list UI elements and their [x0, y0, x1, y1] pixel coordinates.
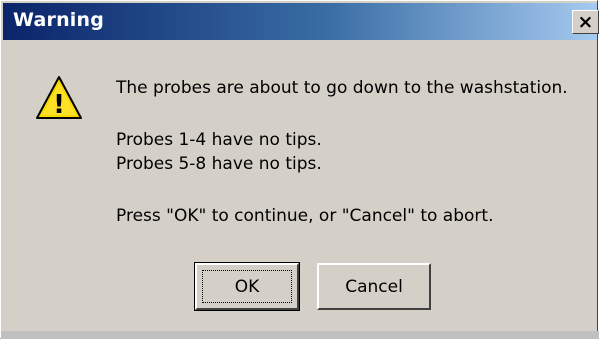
close-icon: × [577, 10, 594, 33]
ok-button[interactable]: OK [194, 262, 300, 311]
message-line-1: The probes are about to go down to the w… [116, 78, 568, 98]
window-title: Warning [13, 9, 105, 31]
focus-rectangle [202, 270, 292, 303]
warning-dialog: Warning × ! The probes are about to go d… [0, 0, 599, 339]
bottom-border [1, 331, 599, 339]
cancel-button[interactable]: Cancel [317, 263, 431, 310]
close-button[interactable]: × [572, 10, 599, 34]
warning-icon: ! [36, 76, 82, 120]
message-line-3: Probes 5-8 have no tips. [116, 154, 322, 174]
message-line-2: Probes 1-4 have no tips. [116, 130, 322, 150]
message-line-4: Press "OK" to continue, or "Cancel" to a… [116, 206, 494, 226]
warning-exclamation: ! [53, 90, 65, 120]
cancel-button-label: Cancel [345, 276, 403, 297]
title-bar[interactable]: Warning × [3, 3, 599, 40]
